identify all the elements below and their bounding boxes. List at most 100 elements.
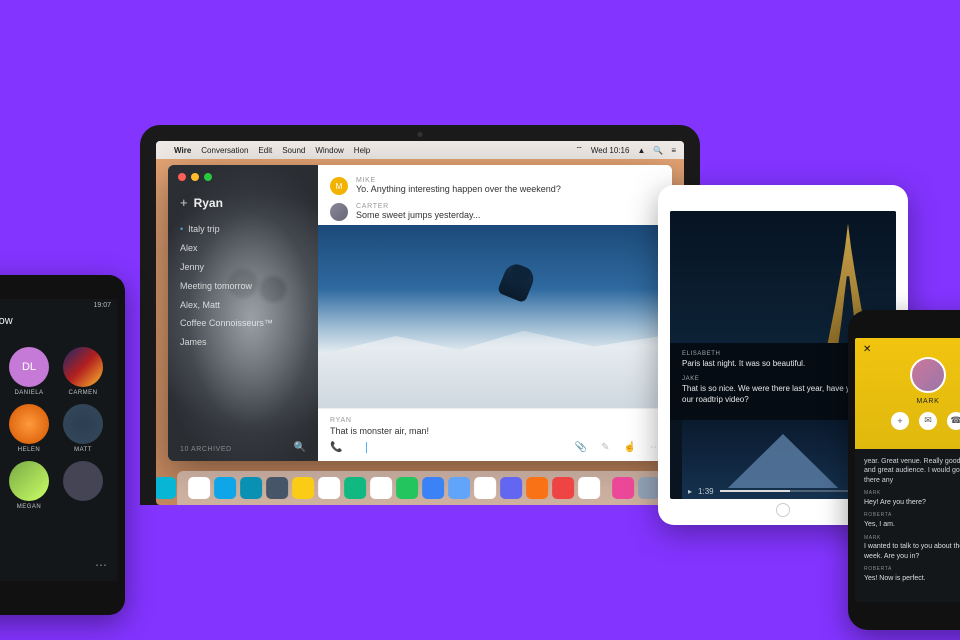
message-text: I wanted to talk to you about the gig ne… <box>864 542 960 561</box>
conversation-item[interactable]: Italy trip <box>180 220 306 239</box>
screen-title: ert tomorrow <box>0 315 109 327</box>
message-text: Yes, I am. <box>864 520 960 529</box>
home-button[interactable] <box>776 503 790 517</box>
sidebar-search-icon[interactable]: 🔍 <box>294 442 306 453</box>
archived-label[interactable]: 10 ARCHIVED <box>180 446 232 453</box>
camera-dot <box>418 132 423 137</box>
android-device: 19:07 ert tomorrow ople DLDANIELACARMENC… <box>0 275 125 615</box>
conversation-item[interactable]: Alex, Matt <box>180 296 306 315</box>
message-text: Hey! Are you there? <box>864 498 960 507</box>
conversation-item[interactable]: Alex <box>180 239 306 258</box>
chat-body: year. Great venue. Really good sound and… <box>855 449 960 591</box>
profile-header: ✕ MARK + ✉ ☎ <box>855 338 960 449</box>
mail-icon[interactable]: ✉ <box>919 412 937 430</box>
conversation-list: Italy tripAlexJennyMeeting tomorrowAlex,… <box>180 220 306 352</box>
menu-edit[interactable]: Edit <box>258 146 272 155</box>
screen-subtitle: ople <box>0 328 109 335</box>
person-name: DANIELA <box>14 390 43 396</box>
dock-app-icon[interactable] <box>638 477 660 499</box>
more-icon[interactable]: ⋯ <box>95 558 107 573</box>
dock-app-icon[interactable] <box>266 477 288 499</box>
conversation-item[interactable]: Meeting tomorrow <box>180 277 306 296</box>
dock-app-icon[interactable] <box>370 477 392 499</box>
progress-bar[interactable] <box>720 490 866 492</box>
person-name: HELEN <box>18 447 40 453</box>
conversation-panel: M MIKE Yo. Anything interesting happen o… <box>318 165 672 461</box>
composer-text: That is monster air, man! <box>330 426 660 436</box>
clock: Wed 10:16 <box>591 146 630 155</box>
menu-sound[interactable]: Sound <box>282 146 305 155</box>
wifi-icon: ⌔ <box>575 145 583 155</box>
menu-icon[interactable]: ≡ <box>671 146 676 155</box>
person-avatar[interactable]: HELEN <box>5 404 53 453</box>
dock-app-icon[interactable] <box>188 477 210 499</box>
user-icon[interactable]: ▲ <box>637 146 645 155</box>
video-time: 1:39 <box>698 487 714 496</box>
menubar-app[interactable]: Wire <box>174 146 191 155</box>
status-time: 19:07 <box>93 302 111 309</box>
conversation-item[interactable]: James <box>180 333 306 352</box>
dock-app-icon[interactable] <box>500 477 522 499</box>
louvre-pyramid <box>728 434 838 488</box>
add-conversation-icon[interactable]: + <box>180 195 188 210</box>
avatar: M <box>330 177 348 195</box>
message-author: MIKE <box>356 177 660 184</box>
dock-app-icon[interactable] <box>612 477 634 499</box>
person-avatar[interactable]: MATT <box>59 404 107 453</box>
composer-author: RYAN <box>330 417 660 424</box>
person-avatar[interactable] <box>59 461 107 510</box>
call-icon[interactable]: ☎ <box>947 412 960 430</box>
attach-icon[interactable]: 📎 <box>575 442 587 453</box>
wire-app-window: + Ryan Italy tripAlexJennyMeeting tomorr… <box>168 165 672 461</box>
message-text: Yes! Now is perfect. <box>864 574 960 583</box>
menu-window[interactable]: Window <box>315 146 343 155</box>
menu-help[interactable]: Help <box>354 146 370 155</box>
dock-app-icon[interactable] <box>448 477 470 499</box>
macbook-device: Wire Conversation Edit Sound Window Help… <box>140 125 700 505</box>
window-controls[interactable] <box>178 173 212 181</box>
person-avatar[interactable]: DLDANIELA <box>5 347 53 396</box>
sketch-icon[interactable]: ✎ <box>601 442 609 453</box>
dock-app-icon[interactable] <box>344 477 366 499</box>
search-icon[interactable]: 🔍 <box>653 146 663 155</box>
dock-app-icon[interactable] <box>578 477 600 499</box>
conversation-item[interactable]: Jenny <box>180 258 306 277</box>
call-icon[interactable]: 📞 <box>330 442 342 453</box>
conversation-item[interactable]: Coffee Connoisseurs™ <box>180 314 306 333</box>
dock-app-icon[interactable] <box>318 477 340 499</box>
profile-name: MARK <box>916 398 939 405</box>
message-author: ROBERTA <box>864 512 960 519</box>
text-cursor[interactable] <box>366 442 367 453</box>
dock-app-icon[interactable] <box>214 477 236 499</box>
hero-stage: Wire Conversation Edit Sound Window Help… <box>0 0 960 640</box>
dock-app-icon[interactable] <box>526 477 548 499</box>
ping-icon[interactable]: ☝ <box>624 442 636 453</box>
person-avatar[interactable]: MEGAN <box>5 461 53 510</box>
dock-app-icon[interactable] <box>156 477 176 499</box>
add-icon[interactable]: + <box>891 412 909 430</box>
people-grid: DLDANIELACARMENCAHELENMATTSOSASHAMEGAN <box>0 347 109 510</box>
dock-app-icon[interactable] <box>240 477 262 499</box>
person-name: CARMEN <box>69 390 98 396</box>
mac-dock[interactable] <box>177 471 663 505</box>
dock-app-icon[interactable] <box>422 477 444 499</box>
message-text: year. Great venue. Really good sound and… <box>864 457 960 485</box>
avatar <box>330 203 348 221</box>
message-author: CARTER <box>356 203 660 210</box>
play-icon[interactable]: ▸ <box>688 487 692 496</box>
person-name: MATT <box>74 447 92 453</box>
mac-menubar: Wire Conversation Edit Sound Window Help… <box>156 141 684 159</box>
dock-app-icon[interactable] <box>474 477 496 499</box>
current-user[interactable]: Ryan <box>194 196 223 210</box>
message-text: Some sweet jumps yesterday... <box>356 210 660 220</box>
dock-app-icon[interactable] <box>552 477 574 499</box>
profile-avatar[interactable] <box>910 357 946 393</box>
message-image[interactable] <box>318 225 672 408</box>
dock-app-icon[interactable] <box>396 477 418 499</box>
message-author: MARK <box>864 490 960 497</box>
menu-conversation[interactable]: Conversation <box>201 146 248 155</box>
message-row: CARTER Some sweet jumps yesterday... <box>318 199 672 225</box>
close-icon[interactable]: ✕ <box>863 344 871 355</box>
dock-app-icon[interactable] <box>292 477 314 499</box>
person-avatar[interactable]: CARMEN <box>59 347 107 396</box>
